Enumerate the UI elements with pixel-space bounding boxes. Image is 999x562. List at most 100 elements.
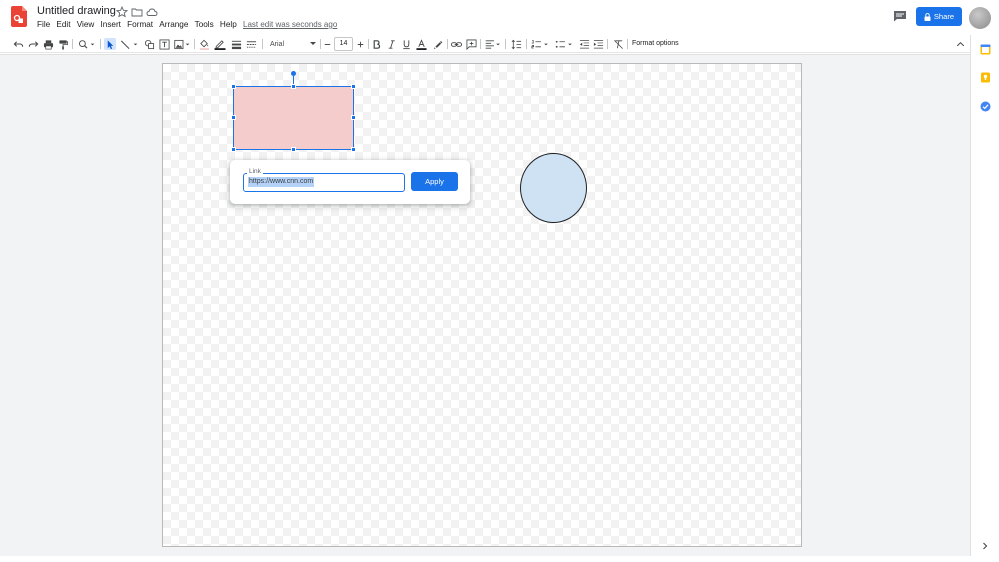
menu-file[interactable]: File: [37, 20, 50, 32]
comments-icon[interactable]: [893, 10, 907, 22]
align-left-icon: [485, 39, 500, 49]
link-input[interactable]: https://www.cnn.com: [248, 177, 315, 187]
undo-button[interactable]: [12, 38, 24, 50]
link-popup: https://www.cnn.com Link Apply: [230, 160, 470, 204]
resize-handle-top-right[interactable]: [351, 84, 356, 89]
drawings-app: Untitled drawing File Edit View Insert F…: [0, 0, 999, 562]
toolbar-separator: [607, 39, 608, 49]
selection-box: [233, 86, 354, 150]
insert-image-button[interactable]: [173, 38, 193, 50]
decrease-font-size-button[interactable]: [323, 38, 332, 50]
text-color-button[interactable]: [415, 38, 428, 50]
add-comment-icon: [466, 39, 476, 50]
app-header: Untitled drawing File Edit View Insert F…: [0, 0, 999, 35]
minus-icon: [324, 43, 331, 45]
resize-handle-bottom-left[interactable]: [231, 147, 236, 152]
calendar-icon[interactable]: [980, 44, 991, 55]
clear-formatting-icon: [613, 39, 623, 49]
underline-button[interactable]: [401, 38, 412, 50]
zoom-button[interactable]: [77, 38, 97, 50]
border-color-button[interactable]: [213, 38, 227, 50]
resize-handle-bottom[interactable]: [291, 147, 296, 152]
image-icon: [174, 39, 190, 49]
rotate-handle[interactable]: [291, 71, 296, 76]
link-icon: [451, 41, 463, 47]
menu-help[interactable]: Help: [220, 20, 237, 32]
highlight-color-button[interactable]: [431, 38, 443, 50]
decrease-indent-button[interactable]: [578, 38, 590, 50]
menu-view[interactable]: View: [77, 20, 95, 32]
line-tool-button[interactable]: [119, 38, 141, 50]
font-size-input[interactable]: 14: [334, 37, 353, 51]
numbered-list-button[interactable]: [530, 38, 551, 50]
document-title[interactable]: Untitled drawing: [37, 5, 116, 17]
menu-arrange[interactable]: Arrange: [159, 20, 188, 32]
resize-handle-top[interactable]: [291, 84, 296, 89]
toolbar-separator: [480, 39, 481, 49]
resize-handle-left[interactable]: [231, 115, 236, 120]
clear-formatting-button[interactable]: [612, 38, 624, 50]
bold-button[interactable]: [371, 38, 382, 50]
share-button[interactable]: Share: [916, 7, 962, 26]
redo-button[interactable]: [27, 38, 39, 50]
add-comment-button[interactable]: [465, 38, 477, 50]
border-dash-button[interactable]: [245, 38, 257, 50]
line-icon: [120, 39, 138, 49]
select-tool-button[interactable]: [104, 38, 116, 50]
cloud-status-icon[interactable]: [146, 6, 158, 18]
chevron-right-icon[interactable]: [981, 542, 989, 550]
tasks-icon[interactable]: [980, 101, 991, 112]
shape-icon: [144, 39, 154, 49]
increase-indent-button[interactable]: [592, 38, 604, 50]
line-spacing-button[interactable]: [510, 38, 522, 50]
font-family-select[interactable]: Arial: [266, 38, 318, 50]
link-field-label: Link: [247, 168, 263, 175]
decrease-indent-icon: [579, 39, 589, 49]
toolbar-separator: [447, 39, 448, 49]
side-panel: [970, 35, 999, 556]
fill-color-button[interactable]: [198, 38, 210, 50]
resize-handle-bottom-right[interactable]: [351, 147, 356, 152]
account-avatar[interactable]: [969, 7, 991, 29]
bulleted-list-icon: [555, 40, 572, 48]
paint-format-button[interactable]: [57, 38, 69, 50]
increase-font-size-button[interactable]: [356, 38, 365, 50]
print-icon: [43, 39, 53, 49]
toolbar-separator: [194, 39, 195, 49]
circle-shape[interactable]: [520, 153, 587, 223]
italic-button[interactable]: [386, 38, 397, 50]
cursor-icon: [107, 39, 113, 49]
align-button[interactable]: [484, 38, 502, 50]
insert-link-button[interactable]: [450, 38, 463, 50]
keep-icon[interactable]: [980, 72, 991, 83]
hide-menus-button[interactable]: [954, 38, 966, 50]
link-field[interactable]: https://www.cnn.com: [243, 173, 405, 192]
highlight-icon: [433, 40, 442, 49]
border-dash-icon: [246, 40, 256, 48]
resize-handle-right[interactable]: [351, 115, 356, 120]
border-color-icon: [214, 39, 226, 50]
move-folder-icon[interactable]: [131, 6, 143, 18]
menu-format[interactable]: Format: [127, 20, 153, 32]
menu-tools[interactable]: Tools: [195, 20, 214, 32]
toolbar: Arial 14 Format options: [0, 35, 970, 53]
apply-button[interactable]: Apply: [411, 172, 458, 191]
format-options-button[interactable]: Format options: [632, 38, 679, 50]
print-button[interactable]: [42, 38, 54, 50]
shape-tool-button[interactable]: [143, 38, 155, 50]
menu-bar: File Edit View Insert Format Arrange Too…: [37, 20, 243, 32]
italic-icon: [388, 39, 395, 49]
bottom-bar: [0, 556, 999, 562]
text-box-button[interactable]: [158, 38, 170, 50]
menu-edit[interactable]: Edit: [56, 20, 70, 32]
chevron-down-icon: [310, 42, 316, 45]
border-weight-button[interactable]: [230, 38, 242, 50]
bulleted-list-button[interactable]: [554, 38, 575, 50]
last-edit-status[interactable]: Last edit was seconds ago: [243, 20, 337, 29]
menu-insert[interactable]: Insert: [100, 20, 120, 32]
drawings-logo-icon[interactable]: [11, 6, 27, 27]
star-icon[interactable]: [116, 6, 128, 18]
resize-handle-top-left[interactable]: [231, 84, 236, 89]
lock-icon: [924, 12, 931, 21]
increase-indent-icon: [593, 39, 603, 49]
